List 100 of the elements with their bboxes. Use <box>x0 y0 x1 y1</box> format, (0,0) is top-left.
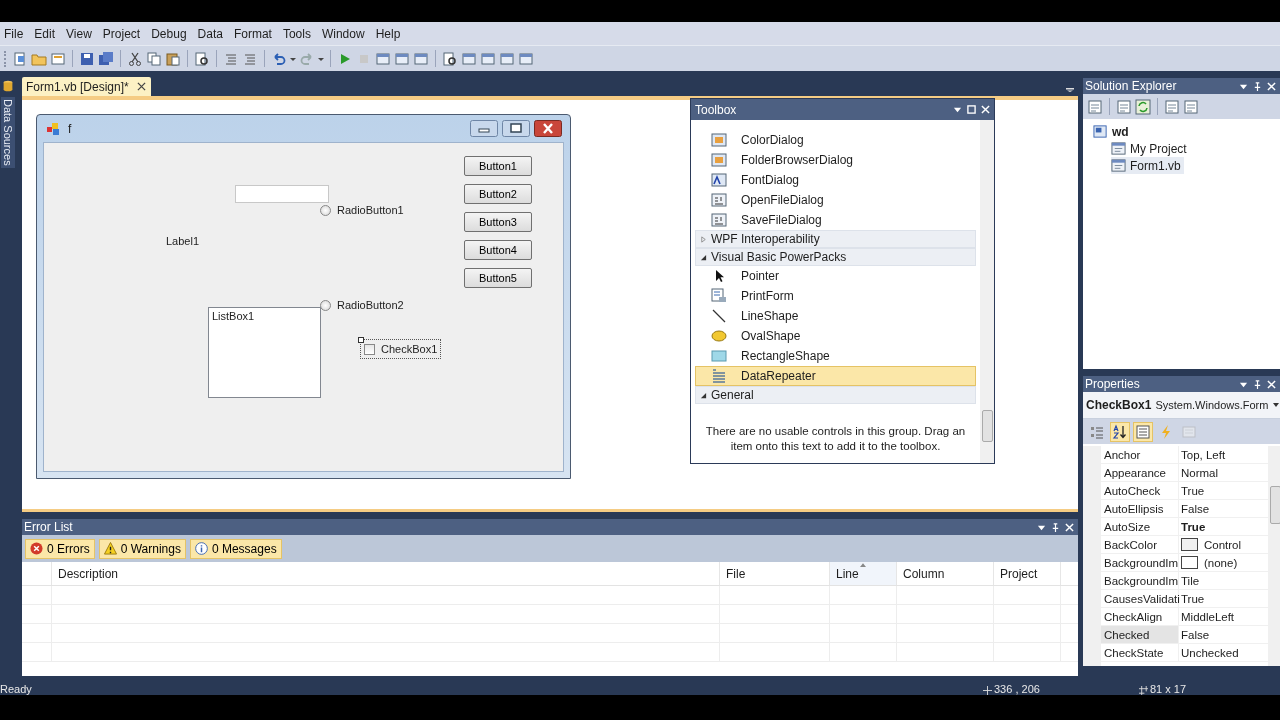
collapse-icon[interactable] <box>700 391 707 399</box>
column-header[interactable]: Column <box>897 562 994 585</box>
toolbox-item[interactable]: OpenFileDialog <box>695 190 976 210</box>
menu-item[interactable]: Project <box>98 26 148 41</box>
form-button[interactable]: Button3 <box>464 212 532 232</box>
property-value[interactable]: MiddleLeft <box>1181 610 1235 623</box>
add-item-icon[interactable] <box>50 50 66 67</box>
property-name[interactable]: CausesValidati <box>1101 590 1179 607</box>
save-all-icon[interactable] <box>98 50 114 67</box>
close-icon[interactable] <box>534 120 562 137</box>
menu-item[interactable]: Format <box>229 26 279 41</box>
dropdown-icon[interactable] <box>953 105 962 114</box>
document-tab[interactable]: Form1.vb [Design]* <box>22 77 151 96</box>
toolbox-item[interactable]: PrintForm <box>695 286 976 306</box>
form-button[interactable]: Button5 <box>464 268 532 288</box>
side-tab[interactable]: Data Sources <box>1 97 15 168</box>
pin-icon[interactable] <box>1051 522 1060 532</box>
save-icon[interactable] <box>79 50 95 67</box>
toolbox-item[interactable]: SaveFileDialog <box>695 210 976 230</box>
property-value[interactable]: True <box>1181 484 1205 497</box>
group-header[interactable]: General <box>695 386 976 404</box>
property-value[interactable]: Normal <box>1181 466 1219 479</box>
list-box[interactable]: ListBox1 <box>208 307 321 398</box>
property-name[interactable]: BackColor <box>1101 536 1179 553</box>
property-name[interactable]: AutoEllipsis <box>1101 500 1179 517</box>
column-header[interactable]: Description <box>52 562 720 585</box>
menu-item[interactable]: View <box>62 26 99 41</box>
find-icon[interactable] <box>194 50 210 67</box>
property-value[interactable]: Top, Left <box>1181 448 1226 461</box>
new-project-icon[interactable] <box>12 50 28 67</box>
form-window[interactable]: f RadioButton1 Label1 Button1 Button2 Button3 Button4 Button5 RadioButton2 ListBox1 CheckBox1 <box>36 114 571 479</box>
property-value[interactable]: True <box>1181 592 1205 605</box>
property-value[interactable]: Tile <box>1181 574 1200 587</box>
window-icon[interactable] <box>480 50 496 67</box>
column-header[interactable]: Line <box>830 562 897 585</box>
find-icon[interactable] <box>442 50 458 67</box>
paste-icon[interactable] <box>165 50 181 67</box>
menu-item[interactable]: File <box>0 26 31 41</box>
maximize-icon[interactable] <box>502 120 530 137</box>
property-name[interactable]: Appearance <box>1101 464 1179 481</box>
checkbox-control[interactable]: CheckBox1 <box>360 339 441 359</box>
toolbox-item[interactable]: RectangleShape <box>695 346 976 366</box>
window-icon[interactable] <box>518 50 534 67</box>
menu-item[interactable]: Edit <box>30 26 63 41</box>
text-field[interactable] <box>235 185 329 203</box>
column-header[interactable]: Project <box>994 562 1061 585</box>
collapse-icon[interactable] <box>700 253 707 261</box>
close-icon[interactable] <box>136 82 146 91</box>
filter-button[interactable]: 0 Warnings <box>98 538 186 559</box>
menu-item[interactable]: Help <box>371 26 408 41</box>
property-name[interactable]: Checked <box>1101 626 1179 643</box>
project-node[interactable]: wd <box>1093 123 1132 140</box>
property-name[interactable]: AutoCheck <box>1101 482 1179 499</box>
property-value[interactable]: (none) <box>1204 556 1238 569</box>
property-value[interactable]: Unchecked <box>1181 646 1239 659</box>
scrollbar[interactable] <box>1268 446 1280 666</box>
property-name[interactable]: CheckState <box>1101 644 1179 661</box>
group-header[interactable]: Visual Basic PowerPacks <box>695 248 976 266</box>
property-value[interactable]: False <box>1181 628 1210 641</box>
window-icon[interactable] <box>375 50 391 67</box>
toolbox-item[interactable]: LineShape <box>695 306 976 326</box>
form-button[interactable]: Button2 <box>464 184 532 204</box>
property-name[interactable]: AutoSize <box>1101 518 1179 535</box>
documents-icon[interactable] <box>1116 98 1132 115</box>
minimize-icon[interactable] <box>470 120 498 137</box>
toolbox-item[interactable]: FontDialog <box>695 170 976 190</box>
toolbox-item[interactable]: DataRepeater <box>695 366 976 386</box>
database-icon[interactable] <box>2 79 14 93</box>
property-value[interactable]: False <box>1181 502 1210 515</box>
property-name[interactable]: Anchor <box>1101 446 1179 463</box>
form-button[interactable]: Button1 <box>464 156 532 176</box>
toolbox-item[interactable]: Pointer <box>695 266 976 286</box>
group-header[interactable]: WPF Interoperability <box>695 230 976 248</box>
pin-icon[interactable] <box>1253 379 1262 389</box>
tree-item[interactable]: Form1.vb <box>1111 157 1184 174</box>
toolbox-item[interactable]: OvalShape <box>695 326 976 346</box>
refresh-icon[interactable] <box>1135 98 1151 115</box>
property-name[interactable]: CheckAlign <box>1101 608 1179 625</box>
tree-item[interactable]: My Project <box>1111 140 1190 157</box>
toolbox-item[interactable]: ColorDialog <box>695 130 976 150</box>
filter-button[interactable]: 0 Errors <box>25 538 95 559</box>
filter-button[interactable]: 0 Messages <box>189 538 282 559</box>
form-button[interactable]: Button4 <box>464 240 532 260</box>
copy-icon[interactable] <box>146 50 162 67</box>
sort-icon[interactable] <box>1110 421 1130 442</box>
property-name[interactable]: BackgroundIm <box>1101 572 1179 589</box>
toolbox-item[interactable]: FolderBrowserDialog <box>695 150 976 170</box>
document-icon[interactable] <box>1087 98 1103 115</box>
cut-icon[interactable] <box>127 50 143 67</box>
window-icon[interactable] <box>413 50 429 67</box>
document-icon[interactable] <box>1183 98 1199 115</box>
menu-item[interactable]: Data <box>193 26 230 41</box>
window-icon[interactable] <box>394 50 410 67</box>
radio-button[interactable] <box>320 204 331 216</box>
property-value[interactable]: True <box>1181 520 1206 533</box>
pin-icon[interactable] <box>1253 81 1262 91</box>
object-selector[interactable]: CheckBox1 System.Windows.Form <box>1083 392 1280 419</box>
property-value[interactable]: Control <box>1204 538 1242 551</box>
menu-item[interactable]: Window <box>317 26 372 41</box>
menu-item[interactable]: Debug <box>147 26 194 41</box>
